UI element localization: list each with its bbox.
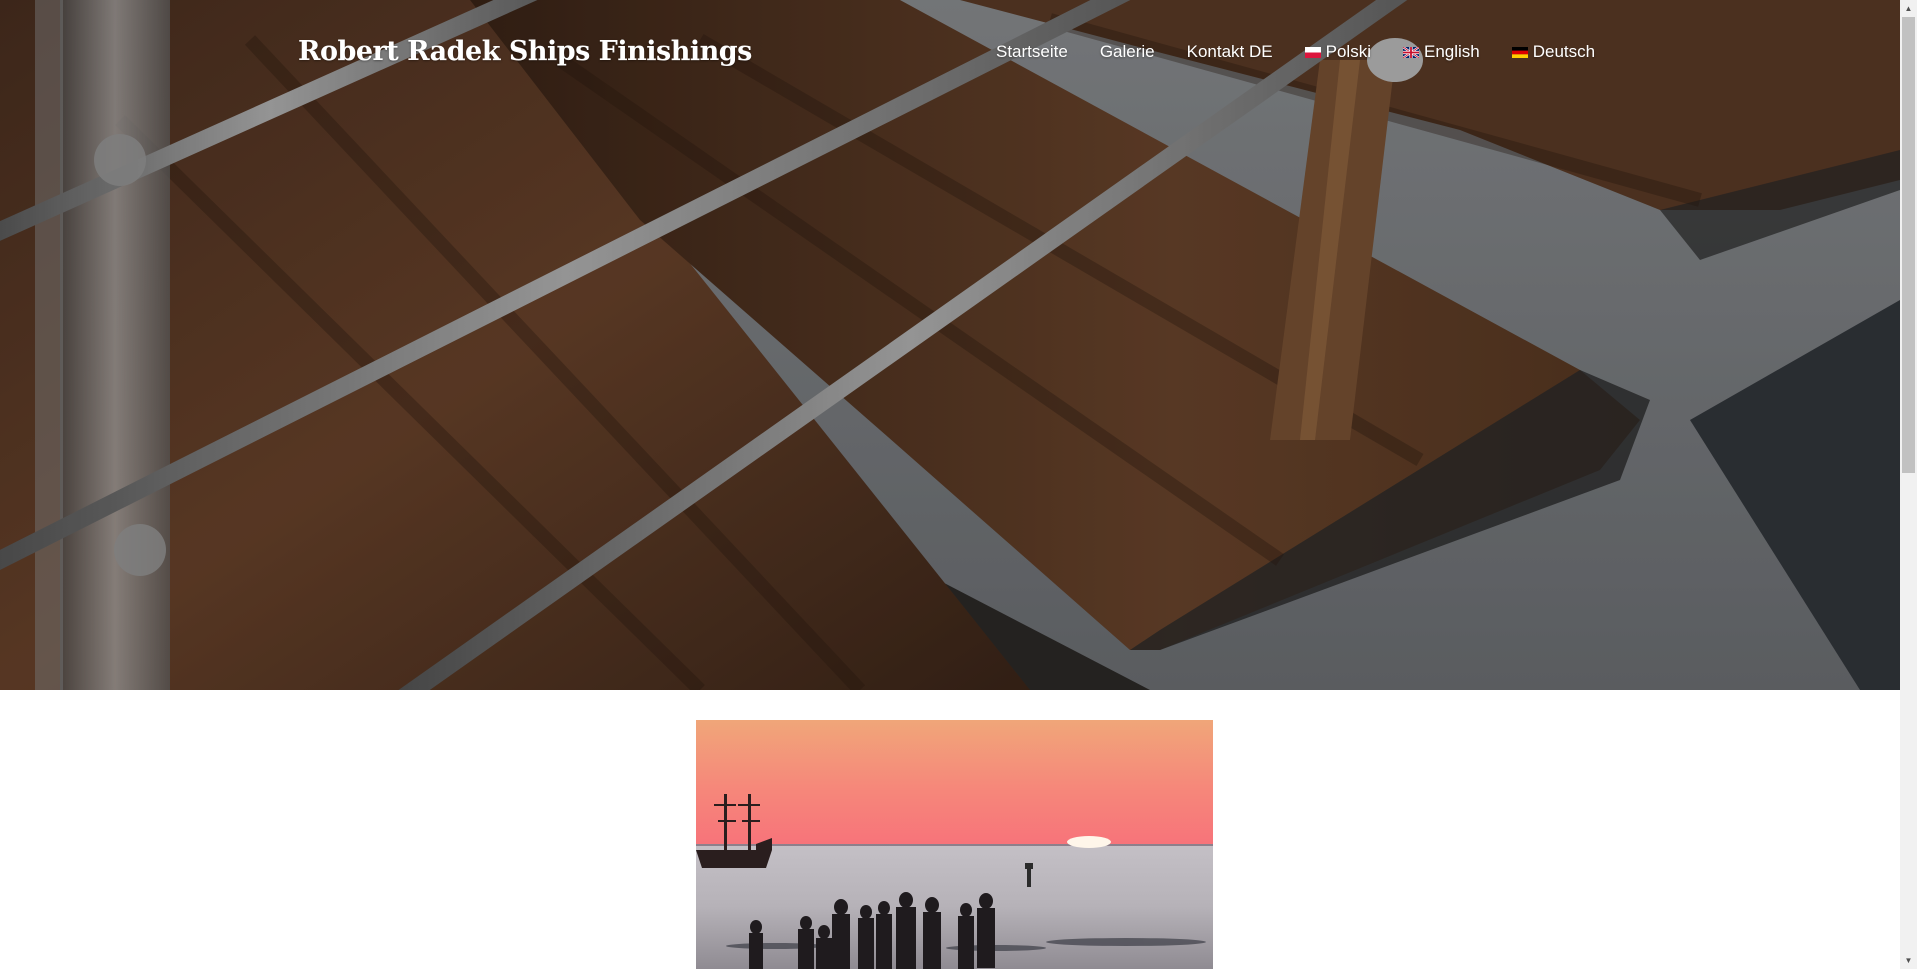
nav-item-label: Startseite [996, 42, 1068, 61]
nav-item-label: Galerie [1099, 42, 1155, 61]
nav-item-galerie[interactable]: Galerie [1100, 42, 1155, 62]
nav-item-kontakt[interactable]: Kontakt DE [1187, 42, 1273, 62]
sunset-sea-photo[interactable] [696, 720, 1213, 969]
nav-item-english[interactable]: English [1402, 42, 1480, 62]
page-scrollbar[interactable]: ▲ ▼ [1900, 0, 1917, 969]
scroll-down-arrow-icon[interactable]: ▼ [1900, 952, 1917, 969]
sunset-image [696, 720, 1213, 969]
header: Robert Radek Ships Finishings Startseite… [0, 0, 1900, 106]
flag-germany-icon [1511, 46, 1528, 58]
scrollbar-thumb[interactable] [1902, 17, 1915, 473]
hero-banner: Robert Radek Ships Finishings Startseite… [0, 0, 1900, 690]
nav-item-startseite[interactable]: Startseite [996, 42, 1068, 62]
flag-uk-icon [1402, 46, 1419, 58]
nav-item-polski[interactable]: Polski [1304, 42, 1371, 62]
nav-item-label: Deutsch [1532, 42, 1596, 61]
site-title[interactable]: Robert Radek Ships Finishings [298, 36, 752, 67]
nav-item-deutsch[interactable]: Deutsch [1511, 42, 1596, 62]
nav-item-label: Polski [1325, 42, 1371, 61]
nav-item-label: English [1423, 42, 1480, 61]
scroll-up-arrow-icon[interactable]: ▲ [1900, 0, 1917, 17]
main-nav: Startseite Galerie Kontakt DE Polski Eng… [996, 42, 1595, 62]
flag-poland-icon [1304, 46, 1321, 58]
nav-item-label: Kontakt DE [1186, 42, 1273, 61]
